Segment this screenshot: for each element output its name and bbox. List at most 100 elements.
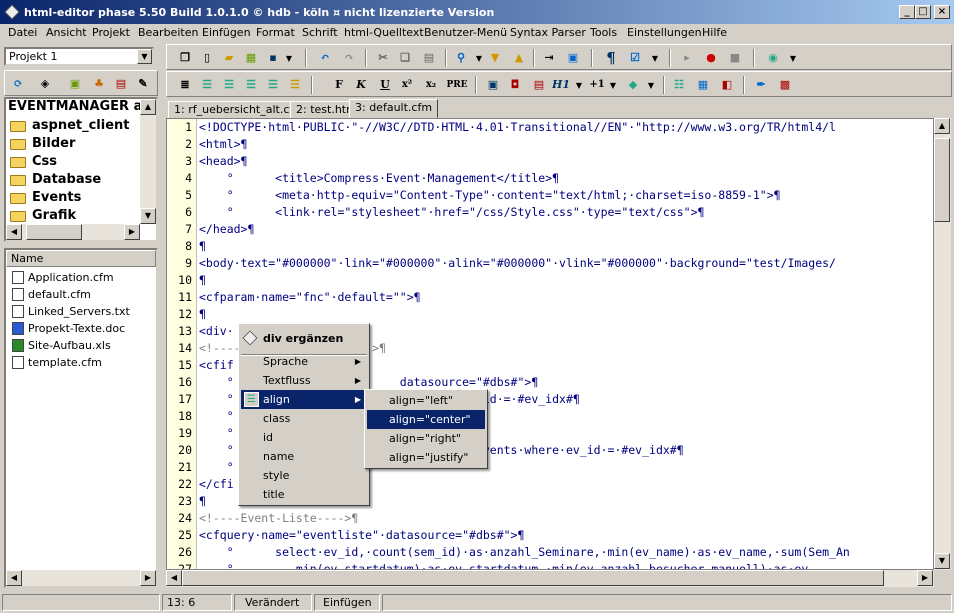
code-line[interactable]: <!----Event-Liste---->¶: [199, 511, 358, 525]
chevron-down-icon[interactable]: ▼: [137, 49, 152, 64]
code-line[interactable]: ° <link·rel="stylesheet"·href="/css/Styl…: [199, 205, 705, 219]
editor-vscrollbar[interactable]: ▲ ▼: [934, 118, 951, 570]
scroll-thumb[interactable]: [26, 224, 82, 240]
file-item[interactable]: template.cfm: [10, 354, 102, 371]
align-right-icon[interactable]: ☰: [241, 75, 261, 95]
bookmark-down-icon[interactable]: ▼: [485, 48, 505, 68]
grid-icon[interactable]: ▩: [775, 75, 795, 95]
code-line[interactable]: ¶: [199, 307, 206, 321]
menu-projekt[interactable]: Projekt: [92, 26, 130, 39]
pipette-icon[interactable]: ✒: [751, 75, 771, 95]
abc-icon[interactable]: ▣: [563, 48, 583, 68]
menu-datei[interactable]: Datei: [8, 26, 37, 39]
search-icon[interactable]: ⚲: [451, 48, 471, 68]
chevron-down-icon[interactable]: ▼: [279, 48, 299, 68]
folder-item[interactable]: Grafik: [8, 207, 76, 225]
folder-item[interactable]: Events: [8, 189, 81, 207]
folder-vscrollbar[interactable]: ▲ ▼: [140, 99, 156, 224]
scroll-left-icon[interactable]: ◀: [166, 570, 182, 586]
cut-icon[interactable]: ✂: [373, 48, 393, 68]
menu-einstellungen[interactable]: Einstellungen: [627, 26, 702, 39]
play-icon[interactable]: ▸: [677, 48, 697, 68]
undo-icon[interactable]: ↶: [315, 48, 335, 68]
table-icon[interactable]: ▦: [693, 75, 713, 95]
code-line[interactable]: ° <title>Compress·Event·Management</titl…: [199, 171, 559, 185]
diamond-icon[interactable]: ◈: [35, 74, 55, 94]
tab-rf-uebersicht[interactable]: 1: rf_uebersicht_alt.cfm: [168, 101, 310, 118]
stop-icon[interactable]: ■: [725, 48, 745, 68]
editor-hscrollbar[interactable]: ◀ ▶: [166, 570, 934, 587]
code-line[interactable]: ¶: [199, 239, 206, 253]
record-icon[interactable]: ●: [701, 48, 721, 68]
code-line[interactable]: ¶: [199, 273, 206, 287]
scroll-thumb[interactable]: [182, 570, 884, 586]
globe-icon[interactable]: ◉: [763, 48, 783, 68]
tab-default-cfm[interactable]: 3: default.cfm: [349, 99, 439, 118]
open-folder-icon[interactable]: ▰: [219, 48, 239, 68]
menu-item-sprache[interactable]: Sprache ▶: [241, 352, 367, 371]
subscript-button[interactable]: x₂: [421, 75, 441, 95]
code-line[interactable]: </cfi: [199, 477, 234, 491]
code-line[interactable]: <!DOCTYPE·html·PUBLIC·"-//W3C//DTD·HTML·…: [199, 120, 836, 134]
heading-button[interactable]: H1: [551, 75, 571, 95]
scroll-down-icon[interactable]: ▼: [140, 208, 156, 224]
outdent-icon[interactable]: ☰: [285, 75, 305, 95]
image-icon[interactable]: ▣: [65, 74, 85, 94]
menu-html-quelltext[interactable]: html-Quelltext: [344, 26, 424, 39]
redo-icon[interactable]: ↷: [339, 48, 359, 68]
folder-item[interactable]: Css: [8, 153, 57, 171]
color-icon[interactable]: ◆: [623, 75, 643, 95]
paste-icon[interactable]: ▤: [419, 48, 439, 68]
menu-syntax-parser[interactable]: Syntax Parser: [510, 26, 586, 39]
scroll-up-icon[interactable]: ▲: [934, 118, 950, 134]
code-line[interactable]: <cfif: [199, 358, 234, 372]
folder-item[interactable]: Bilder: [8, 135, 75, 153]
folder-item[interactable]: aspnet_client: [8, 117, 130, 135]
menu-item-align-justify[interactable]: align="justify": [367, 448, 485, 467]
project-select[interactable]: Projekt 1 ▼: [4, 47, 154, 66]
menu-item-id[interactable]: id: [241, 428, 367, 447]
scroll-right-icon[interactable]: ▶: [124, 224, 140, 240]
code-line[interactable]: °: [199, 460, 234, 474]
code-line[interactable]: <cfquery·name="eventliste"·datasource="#…: [199, 528, 524, 542]
scroll-thumb[interactable]: [934, 138, 950, 222]
document-icon[interactable]: ▤: [111, 74, 131, 94]
file-column-header[interactable]: Name: [6, 250, 156, 267]
menu-ansicht[interactable]: Ansicht: [46, 26, 87, 39]
menu-format[interactable]: Format: [256, 26, 295, 39]
code-line[interactable]: °: [199, 409, 234, 423]
code-line[interactable]: ° select·ev_id,·count(sem_id)·as·anzahl_…: [199, 545, 850, 559]
image-icon[interactable]: ▣: [483, 75, 503, 95]
align-left-icon[interactable]: ☰: [197, 75, 217, 95]
checkbox-icon[interactable]: ☑: [625, 48, 645, 68]
document-icon[interactable]: ▤: [529, 75, 549, 95]
menu-item-align-center[interactable]: align="center": [367, 410, 485, 429]
file-item[interactable]: Linked_Servers.txt: [10, 303, 130, 320]
superscript-button[interactable]: x²: [397, 75, 417, 95]
bookmark-up-icon[interactable]: ▲: [509, 48, 529, 68]
paragraph-icon[interactable]: ¶: [601, 48, 621, 68]
scroll-right-icon[interactable]: ▶: [917, 570, 933, 586]
chevron-down-icon[interactable]: ▼: [569, 75, 589, 95]
code-line[interactable]: <body·text="#000000"·link="#000000"·alin…: [199, 256, 836, 270]
menu-item-align[interactable]: ☰ align ▶: [241, 390, 367, 409]
frame-icon[interactable]: ◧: [717, 75, 737, 95]
menu-hilfe[interactable]: Hilfe: [702, 26, 727, 39]
indent-icon[interactable]: ☰: [263, 75, 283, 95]
folder-hscrollbar[interactable]: ◀ ▶: [6, 224, 140, 240]
menu-tools[interactable]: Tools: [590, 26, 617, 39]
refresh-icon[interactable]: ⟳: [8, 74, 28, 94]
scroll-up-icon[interactable]: ▲: [140, 99, 156, 115]
code-line[interactable]: <cfparam·name="fnc"·default="">¶: [199, 290, 421, 304]
insert-icon[interactable]: ⇥: [539, 48, 559, 68]
file-item[interactable]: Application.cfm: [10, 269, 114, 286]
folder-item[interactable]: Database: [8, 171, 101, 189]
chevron-down-icon[interactable]: ▼: [641, 75, 661, 95]
tree-icon[interactable]: ♣: [89, 74, 109, 94]
menu-benutzer-menue[interactable]: Benutzer-Menü: [424, 26, 507, 39]
code-line[interactable]: ° <meta·http-equiv="Content-Type"·conten…: [199, 188, 781, 202]
file-item[interactable]: default.cfm: [10, 286, 91, 303]
file-hscrollbar[interactable]: ◀ ▶: [6, 570, 156, 586]
new-file-icon[interactable]: ▯: [197, 48, 217, 68]
code-line[interactable]: ° min(ev_startdatum)·as·ev_startdatum,·m…: [199, 562, 809, 569]
